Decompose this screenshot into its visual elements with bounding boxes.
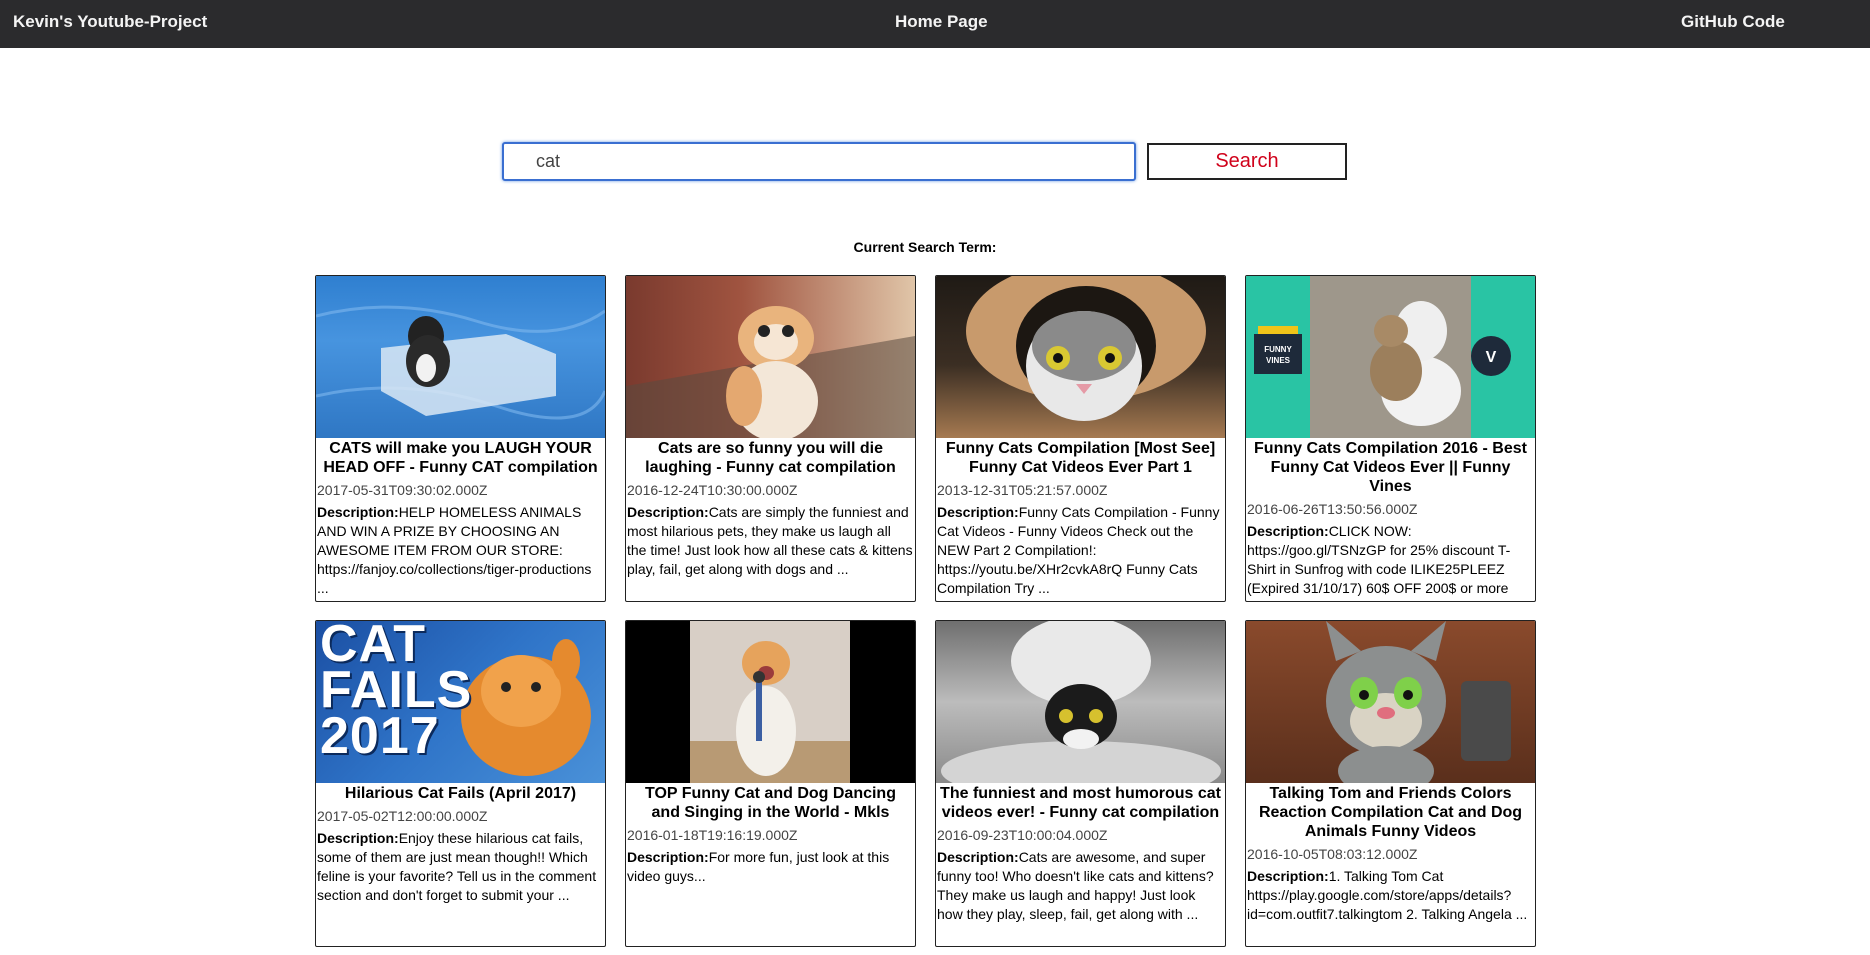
- video-thumbnail[interactable]: [626, 621, 915, 783]
- video-description: Description:Cats are awesome, and super …: [936, 848, 1225, 924]
- description-label: Description:: [627, 504, 709, 520]
- top-navbar: Kevin's Youtube-Project Home Page GitHub…: [0, 0, 1870, 48]
- cat-with-foam-illustration: [941, 621, 1221, 783]
- video-description: Description:Enjoy these hilarious cat fa…: [316, 829, 605, 905]
- search-input[interactable]: [502, 142, 1136, 181]
- video-description: Description:For more fun, just look at t…: [626, 848, 915, 886]
- github-code-link[interactable]: GitHub Code: [1681, 12, 1785, 32]
- video-date: 2016-06-26T13:50:56.000Z: [1247, 501, 1418, 517]
- video-description: Description:Cats are simply the funniest…: [626, 503, 915, 579]
- video-thumbnail[interactable]: [626, 276, 915, 438]
- video-thumbnail[interactable]: [1246, 621, 1535, 783]
- video-date: 2017-05-31T09:30:02.000Z: [317, 482, 488, 498]
- video-card[interactable]: Cats are so funny you will die laughing …: [625, 275, 916, 602]
- home-page-link[interactable]: Home Page: [895, 12, 988, 32]
- video-date: 2016-01-18T19:16:19.000Z: [627, 827, 798, 843]
- talking-tom-illustration: [1326, 621, 1511, 783]
- description-label: Description:: [317, 504, 399, 520]
- search-button[interactable]: Search: [1147, 143, 1347, 180]
- video-description: Description:HELP HOMELESS ANIMALS AND WI…: [316, 503, 605, 598]
- video-thumbnail[interactable]: [936, 621, 1225, 783]
- video-thumbnail[interactable]: V FUNNY VINES: [1246, 276, 1535, 438]
- video-date: 2013-12-31T05:21:57.000Z: [937, 482, 1108, 498]
- svg-text:V: V: [1486, 349, 1497, 366]
- video-card[interactable]: Talking Tom and Friends Colors Reaction …: [1245, 620, 1536, 947]
- brand-link[interactable]: Kevin's Youtube-Project: [13, 12, 207, 32]
- description-label: Description:: [937, 504, 1019, 520]
- video-thumbnail[interactable]: [936, 276, 1225, 438]
- current-search-term-label: Current Search Term:: [853, 239, 997, 255]
- description-label: Description:: [937, 849, 1019, 865]
- video-card[interactable]: The funniest and most humorous cat video…: [935, 620, 1226, 947]
- video-thumbnail[interactable]: [316, 276, 605, 438]
- video-title[interactable]: TOP Funny Cat and Dog Dancing and Singin…: [626, 784, 915, 822]
- video-description: Description:1. Talking Tom Cat https://p…: [1246, 867, 1535, 924]
- video-title[interactable]: Funny Cats Compilation [Most See] Funny …: [936, 439, 1225, 477]
- description-label: Description:: [627, 849, 709, 865]
- cat-in-box-illustration: [316, 305, 605, 420]
- video-description: Description:Funny Cats Compilation - Fun…: [936, 503, 1225, 598]
- video-description: Description:CLICK NOW: https://goo.gl/TS…: [1246, 522, 1535, 601]
- description-label: Description:: [1247, 868, 1329, 884]
- video-title[interactable]: Talking Tom and Friends Colors Reaction …: [1246, 784, 1535, 841]
- video-title[interactable]: Hilarious Cat Fails (April 2017): [316, 784, 605, 803]
- video-date: 2016-12-24T10:30:00.000Z: [627, 482, 798, 498]
- video-card[interactable]: V FUNNY VINES Funny Cats Compilation 201…: [1245, 275, 1536, 602]
- cat-fails-thumbnail-text: CAT FAILS 2017: [320, 621, 473, 765]
- cat-in-tube-illustration: [966, 276, 1206, 421]
- video-thumbnail[interactable]: CAT FAILS 2017: [316, 621, 605, 783]
- video-title[interactable]: CATS will make you LAUGH YOUR HEAD OFF -…: [316, 439, 605, 477]
- standing-kitten-illustration: [626, 306, 915, 438]
- video-date: 2016-09-23T10:00:04.000Z: [937, 827, 1108, 843]
- funny-vines-badge: FUNNY VINES: [1264, 345, 1292, 365]
- video-card[interactable]: TOP Funny Cat and Dog Dancing and Singin…: [625, 620, 916, 947]
- video-date: 2016-10-05T08:03:12.000Z: [1247, 846, 1418, 862]
- video-title[interactable]: Funny Cats Compilation 2016 - Best Funny…: [1246, 439, 1535, 496]
- video-card[interactable]: CATS will make you LAUGH YOUR HEAD OFF -…: [315, 275, 606, 602]
- video-card[interactable]: CAT FAILS 2017 Hilarious Cat Fails (Apri…: [315, 620, 606, 947]
- video-date: 2017-05-02T12:00:00.000Z: [317, 808, 488, 824]
- video-title[interactable]: The funniest and most humorous cat video…: [936, 784, 1225, 822]
- video-title[interactable]: Cats are so funny you will die laughing …: [626, 439, 915, 477]
- video-card[interactable]: Funny Cats Compilation [Most See] Funny …: [935, 275, 1226, 602]
- singing-cat-illustration: [690, 621, 850, 783]
- description-label: Description:: [317, 830, 399, 846]
- description-label: Description:: [1247, 523, 1329, 539]
